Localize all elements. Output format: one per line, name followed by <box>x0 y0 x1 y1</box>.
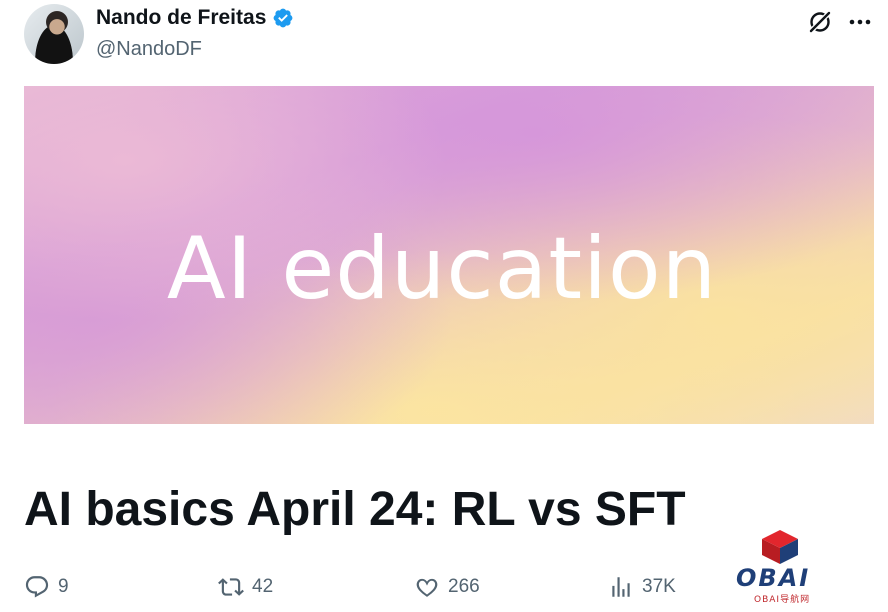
watermark-logo: OBAI OBAI导航网 <box>728 528 838 612</box>
repost-button[interactable]: 42 <box>218 574 273 600</box>
watermark-subtitle: OBAI导航网 <box>754 595 811 605</box>
reply-icon <box>25 576 49 598</box>
author-name-row: Nando de Freitas <box>96 6 294 30</box>
post-title: AI basics April 24: RL vs SFT <box>24 483 686 536</box>
analytics-icon <box>612 577 630 597</box>
reply-button[interactable]: 9 <box>24 574 69 600</box>
grok-icon[interactable] <box>806 8 834 36</box>
author-handle[interactable]: @NandoDF <box>96 38 202 61</box>
reply-count: 9 <box>58 576 69 597</box>
more-icon[interactable] <box>846 8 874 36</box>
repost-icon <box>218 578 244 596</box>
avatar[interactable] <box>24 4 84 64</box>
heart-icon <box>416 578 438 597</box>
like-count: 266 <box>448 576 480 597</box>
banner-text: AI education <box>166 219 718 319</box>
post-media-image[interactable]: AI education <box>24 86 874 424</box>
like-button[interactable]: 266 <box>414 574 480 600</box>
views-count: 37K <box>642 576 676 597</box>
views-button[interactable]: 37K <box>608 574 676 600</box>
verified-badge-icon <box>273 8 293 28</box>
post-header: Nando de Freitas @NandoDF <box>24 4 874 68</box>
author-display-name[interactable]: Nando de Freitas <box>96 6 266 30</box>
repost-count: 42 <box>252 576 274 597</box>
cube-logo-icon <box>762 530 798 564</box>
watermark-brand: OBAI <box>736 564 811 592</box>
